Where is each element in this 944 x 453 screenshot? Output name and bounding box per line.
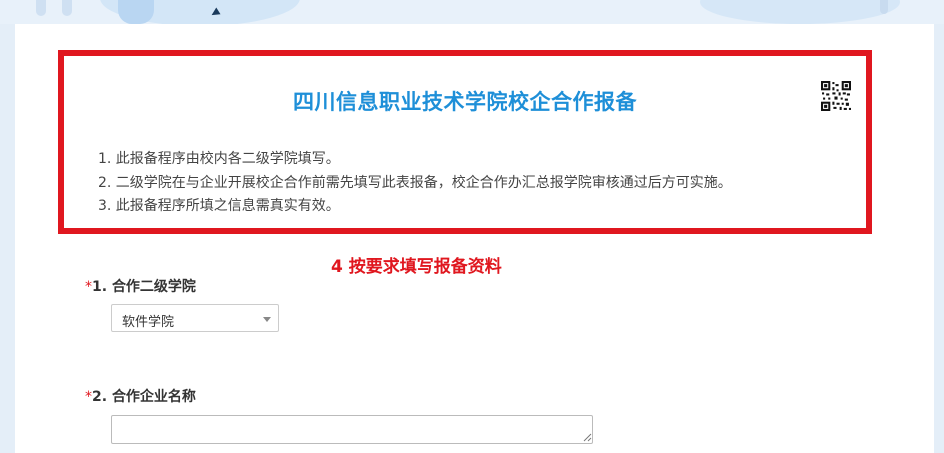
note-item: 3. 此报备程序所填之信息需真实有效。: [98, 198, 340, 214]
banner-decoration: [880, 0, 888, 14]
banner-decoration: [700, 0, 900, 24]
question-1-label: *1. 合作二级学院: [85, 276, 196, 296]
banner-decoration: [118, 0, 154, 24]
question-title: 合作企业名称: [111, 389, 196, 405]
note-item: 1. 此报备程序由校内各二级学院填写。: [98, 151, 340, 167]
question-number: 2.: [92, 389, 108, 405]
question-title: 合作二级学院: [111, 279, 196, 295]
note-item: 2. 二级学院在与企业开展校企合作前需先填写此表报备，校企合作办汇总报学院审核通…: [98, 174, 732, 191]
qr-code-icon[interactable]: [821, 81, 851, 111]
resize-grip-icon[interactable]: [582, 432, 592, 442]
question-2-label: *2. 合作企业名称: [85, 386, 196, 406]
college-select[interactable]: 软件学院: [111, 304, 279, 332]
form-title: 四川信息职业技术学院校企合作报备: [293, 90, 637, 114]
banner-decoration: [36, 0, 46, 16]
college-select-value: 软件学院: [122, 315, 175, 330]
banner-decoration: [62, 0, 72, 16]
form-notes: 1. 此报备程序由校内各二级学院填写。 2. 二级学院在与企业开展校企合作前需先…: [98, 148, 732, 219]
question-number: 1.: [92, 279, 108, 295]
required-mark: *: [85, 279, 92, 295]
form-header-highlight: 四川信息职业技术学院校企合作报备 1. 此报备程序由校内各二级学院填写。 2. …: [58, 50, 872, 234]
top-banner: [0, 0, 944, 24]
chevron-down-icon: [263, 317, 271, 322]
required-mark: *: [85, 389, 92, 405]
step-annotation: 4 按要求填写报备资料: [331, 257, 502, 277]
company-name-textarea[interactable]: [111, 415, 593, 444]
